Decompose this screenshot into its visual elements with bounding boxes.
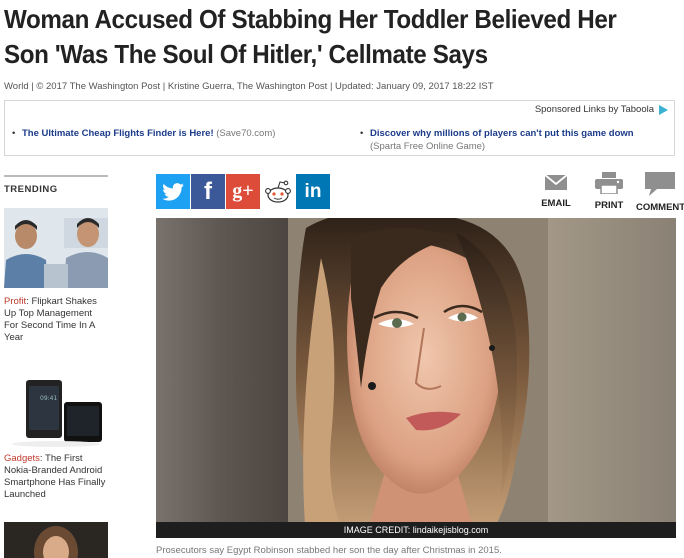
twitter-share-button[interactable] [156, 174, 190, 209]
two-men-photo [4, 208, 108, 288]
woman-selfie-image [156, 218, 676, 538]
printer-icon [595, 172, 623, 194]
smartphone-photo: 09:41 [4, 366, 108, 448]
article-headline: Woman Accused Of Stabbing Her Toddler Be… [4, 2, 633, 72]
twitter-icon [162, 182, 184, 201]
googleplus-share-button[interactable]: g+ [226, 174, 260, 209]
email-label: EMAIL [541, 198, 571, 209]
trending-category[interactable]: Profit [4, 296, 26, 307]
comment-bubble-icon [645, 172, 675, 196]
sponsored-links-box: Sponsored Links by Taboola • The Ultimat… [4, 100, 675, 156]
photo-caption: Prosecutors say Egypt Robinson stabbed h… [156, 545, 502, 556]
trending-thumbnail-flipkart[interactable] [4, 208, 108, 288]
bullet-icon: • [360, 128, 364, 139]
svg-text:09:41: 09:41 [40, 395, 57, 402]
trending-heading: TRENDING [4, 184, 58, 195]
reddit-share-button[interactable] [261, 174, 295, 209]
trending-thumbnail-third[interactable] [4, 522, 108, 558]
sponsored-item-source: (Sparta Free Online Game) [370, 141, 486, 152]
bullet-icon: • [12, 128, 16, 139]
woman-photo [4, 522, 108, 558]
linkedin-share-button[interactable]: in [296, 174, 330, 209]
image-credit-bar: IMAGE CREDIT: lindaikejisblog.com [156, 522, 676, 538]
sponsored-item-title[interactable]: Discover why millions of players can't p… [370, 128, 634, 139]
sponsored-label-text: Sponsored Links by Taboola [534, 104, 654, 115]
trending-item-nokia[interactable]: Gadgets: The First Nokia-Branded Android… [4, 453, 108, 501]
reddit-icon [265, 180, 291, 203]
print-label: PRINT [594, 200, 624, 211]
comment-label: COMMENT [636, 202, 684, 213]
taboola-play-icon [659, 104, 668, 115]
sponsored-item-source: (Save70.com) [216, 128, 276, 139]
facebook-icon: f [204, 177, 212, 205]
googleplus-icon: g+ [232, 180, 254, 202]
sponsored-item-cheap-flights[interactable]: • The Ultimate Cheap Flights Finder is H… [12, 127, 276, 140]
facebook-share-button[interactable]: f [191, 174, 225, 209]
linkedin-icon: in [304, 180, 322, 202]
sidebar-divider [4, 175, 108, 177]
envelope-icon [545, 174, 567, 190]
sponsored-label[interactable]: Sponsored Links by Taboola [535, 104, 668, 115]
comment-button[interactable]: COMMENT [636, 172, 684, 213]
print-button[interactable]: PRINT [590, 172, 628, 211]
trending-category[interactable]: Gadgets [4, 453, 40, 464]
headline-line-2: Son 'Was The Soul Of Hitler,' Cellmate S… [4, 39, 488, 69]
sponsored-item-game[interactable]: • Discover why millions of players can't… [360, 127, 634, 153]
sponsored-item-title[interactable]: The Ultimate Cheap Flights Finder is Her… [22, 128, 214, 139]
article-photo [156, 218, 676, 538]
email-button[interactable]: EMAIL [537, 172, 575, 209]
trending-thumbnail-nokia[interactable]: 09:41 [4, 366, 108, 448]
article-byline: World | © 2017 The Washington Post | Kri… [4, 81, 494, 92]
headline-line-1: Woman Accused Of Stabbing Her Toddler Be… [4, 4, 617, 34]
trending-item-flipkart[interactable]: Profit: Flipkart Shakes Up Top Managemen… [4, 296, 108, 344]
